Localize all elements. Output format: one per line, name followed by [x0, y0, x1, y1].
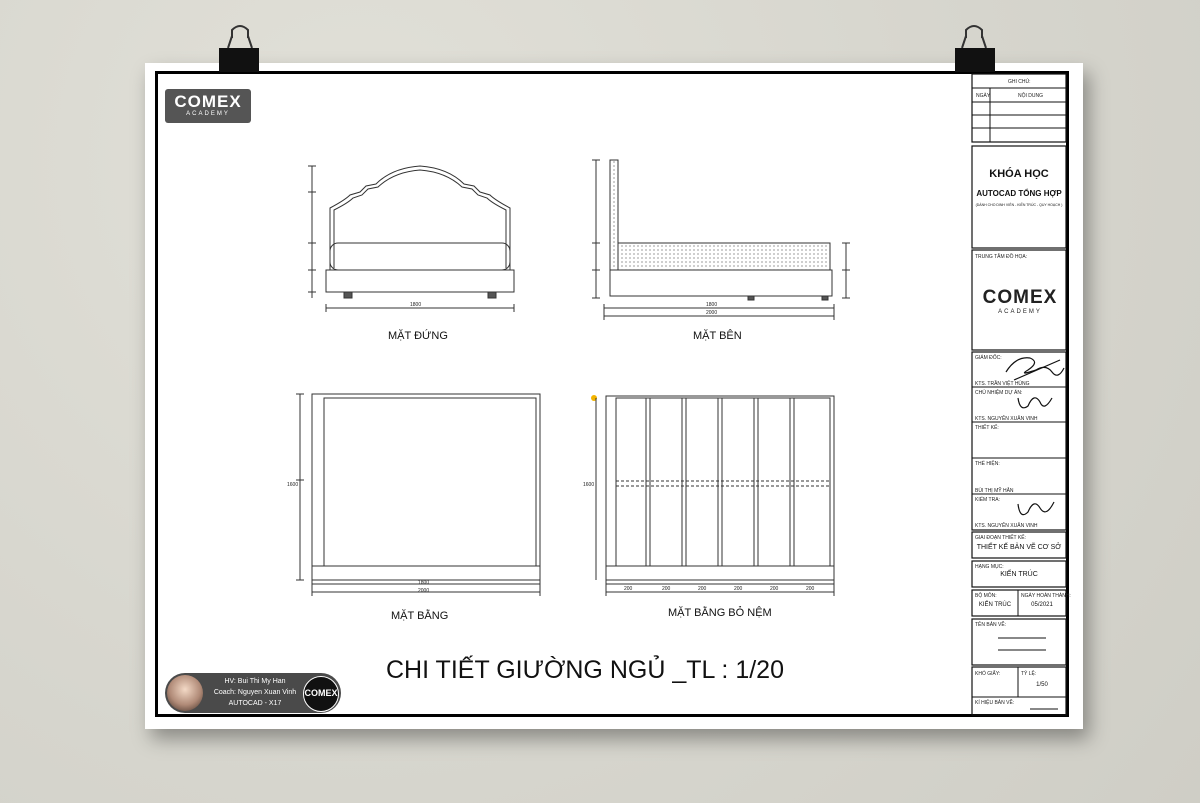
dim-side-total: 2000 [706, 310, 718, 316]
course-code: AUTOCAD - X17 [228, 700, 282, 707]
phase-value: THIẾT KẾ BẢN VẼ CƠ SỞ [976, 544, 1062, 551]
dim-slat-span: 200 [662, 586, 671, 592]
student-name: HV: Bui Thi My Han [224, 678, 286, 685]
director-label: GIÁM ĐỐC: [975, 355, 1002, 361]
coach-name: Coach: Nguyen Xuan Vinh [213, 689, 297, 696]
student-badge: HV: Bui Thi My Han Coach: Nguyen Xuan Vi… [165, 673, 341, 713]
paper-label: KHỔ GIẤY: [975, 671, 1001, 677]
phase-label: GIAI ĐOẠN THIẾT KẾ: [975, 535, 1026, 541]
dim-slat-span: 200 [624, 586, 633, 592]
checker-name: KTS. NGUYỄN XUÂN VINH [975, 523, 1038, 529]
scale-value: 1/50 [1036, 682, 1048, 688]
label-slat-plan-view: MẶT BẰNG BỎ NỆM [668, 607, 772, 619]
mini-brand: COMEX [304, 688, 338, 698]
label-side-view: MẶT BÊN [693, 330, 742, 342]
binder-clip-left [219, 25, 259, 72]
item-value: KIẾN TRÚC [1000, 571, 1038, 578]
side-elevation [592, 159, 850, 320]
item-label: HẠNG MỤC: [975, 564, 1004, 570]
label-plan-view: MẶT BẰNG [391, 610, 449, 622]
course-subtitle: AUTOCAD TỔNG HỢP [976, 189, 1062, 198]
title-block-brand: COMEX [982, 287, 1058, 308]
center-label: TRUNG TÂM ĐỒ HỌA: [975, 254, 1028, 260]
sheet-no-label: KÍ HIỆU BẢN VẼ: [975, 700, 1015, 706]
comex-mini-logo: COMEX [303, 676, 339, 712]
chief-label: CHỦ NHIỆM DỰ ÁN: [975, 390, 1023, 396]
avatar [167, 675, 203, 711]
dim-plan-height: 1600 [287, 482, 299, 488]
dim-plan-total: 2000 [418, 588, 430, 594]
dept-label: BỘ MÔN: [975, 593, 997, 599]
sheet-title: CHI TIẾT GIƯỜNG NGỦ _TL : 1/20 [386, 656, 784, 684]
drafter-name: BÙI THỊ MỸ HÂN [975, 488, 1014, 494]
dim-plan-inner: 1800 [418, 580, 430, 586]
designer-label: THIẾT KẾ: [975, 425, 999, 431]
drafter-label: THỂ HIỆN: [975, 461, 1000, 467]
scale-label: TỶ LỆ: [1021, 671, 1037, 677]
sheet-name-label: TÊN BẢN VẼ: [975, 622, 1007, 628]
logo-brand: COMEX [174, 92, 242, 111]
title-block-brand-sub: ACADEMY [998, 309, 1042, 315]
dim-side-inner: 1800 [706, 302, 718, 308]
notes-col-content: NỘI DUNG [1018, 93, 1043, 99]
dept-value: KIẾN TRÚC [978, 602, 1012, 608]
date-label: NGÀY HOÀN THÀNH: [1021, 593, 1071, 599]
logo-sub: ACADEMY [186, 111, 230, 117]
dim-slat-span: 200 [734, 586, 743, 592]
dim-slat-span: 200 [806, 586, 815, 592]
dim-slat-span: 200 [698, 586, 707, 592]
plan-view [296, 393, 541, 596]
front-elevation [308, 165, 515, 312]
course-title: KHÓA HỌC [989, 168, 1049, 180]
label-front-view: MẶT ĐỨNG [388, 330, 448, 342]
director-name: KTS. TRẦN VIỆT HÙNG [975, 381, 1030, 387]
chief-name: KTS. NGUYỄN XUÂN VINH [975, 416, 1038, 422]
notes-col-date: NGÀY [976, 93, 991, 99]
slat-plan-view [591, 395, 835, 596]
date-value: 05/2021 [1031, 602, 1053, 608]
course-note: (DÀNH CHO DINH VIÊN - KIẾN TRÚC - QUY HO… [975, 203, 1063, 207]
dim-front-width: 1800 [410, 302, 422, 308]
dim-slat-span: 200 [770, 586, 779, 592]
checker-label: KIỂM TRA: [975, 497, 1000, 503]
binder-clip-right [955, 25, 995, 72]
notes-header: GHI CHÚ: [1008, 79, 1031, 85]
comex-logo-badge: COMEX ACADEMY [165, 89, 251, 123]
dim-slat-height: 1600 [583, 482, 595, 488]
